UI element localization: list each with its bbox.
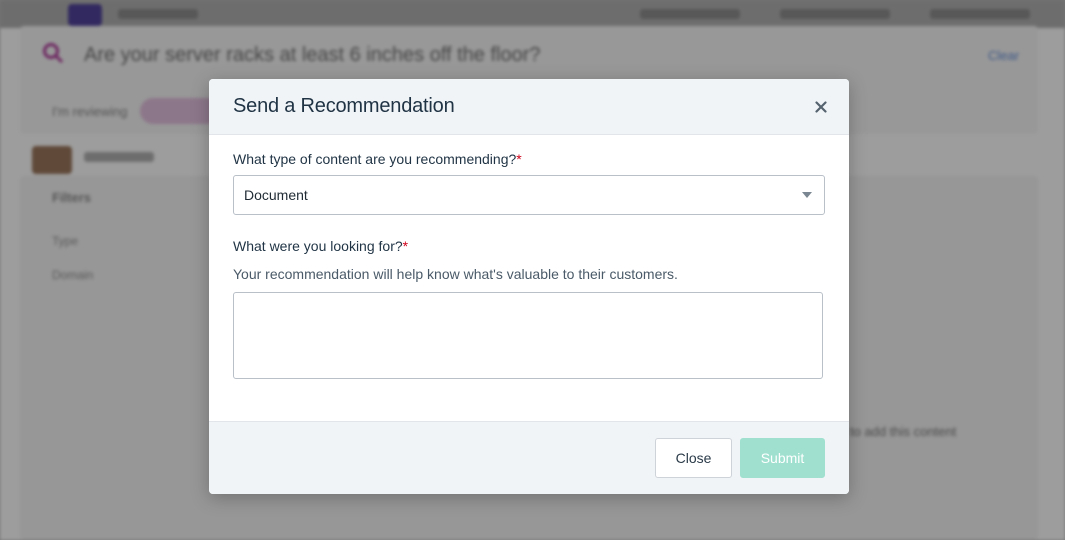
required-mark: * <box>402 238 409 254</box>
close-button[interactable]: Close <box>655 438 732 478</box>
looking-for-label-text: What were you looking for? <box>233 238 403 254</box>
looking-for-textarea[interactable] <box>233 292 823 379</box>
required-mark: * <box>516 151 522 167</box>
modal-footer: Close Submit <box>209 421 849 494</box>
content-type-select[interactable]: Document <box>233 175 825 215</box>
modal-title: Send a Recommendation <box>233 95 455 117</box>
looking-for-label: What were you looking for?* <box>233 238 408 254</box>
content-type-label: What type of content are you recommendin… <box>233 151 522 167</box>
help-text: Your recommendation will help know what'… <box>233 266 678 282</box>
content-type-label-text: What type of content are you recommendin… <box>233 151 517 167</box>
close-icon[interactable] <box>809 95 833 119</box>
modal-header: Send a Recommendation <box>209 79 849 135</box>
send-recommendation-modal: Send a Recommendation What type of conte… <box>209 79 849 494</box>
content-type-value: Document <box>244 187 308 203</box>
submit-button[interactable]: Submit <box>740 438 825 478</box>
chevron-down-icon <box>802 192 812 198</box>
